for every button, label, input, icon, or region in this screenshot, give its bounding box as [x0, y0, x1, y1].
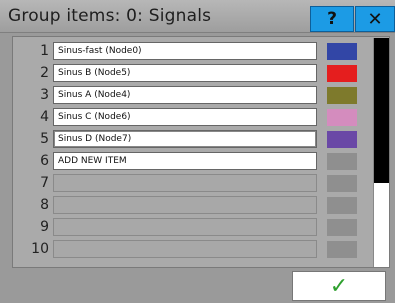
- scrollbar-thumb[interactable]: [374, 38, 389, 183]
- help-button[interactable]: ?: [310, 6, 354, 32]
- color-swatch: [327, 219, 357, 236]
- item-name-field[interactable]: [53, 196, 317, 214]
- list-row-5: 5 Sinus D (Node7): [13, 129, 389, 149]
- row-number: 2: [40, 65, 49, 81]
- item-name-field[interactable]: [53, 240, 317, 258]
- add-new-item-field[interactable]: ADD NEW ITEM: [53, 152, 317, 170]
- row-number: 4: [40, 109, 49, 125]
- title-bar: Group items: 0: Signals ? ✕: [0, 0, 395, 33]
- dialog-title: Group items: 0: Signals: [8, 6, 212, 26]
- list-row-3: 3 Sinus A (Node4): [13, 85, 389, 105]
- color-swatch[interactable]: [327, 43, 357, 60]
- row-number: 9: [40, 219, 49, 235]
- item-name-field[interactable]: Sinus D (Node7): [53, 130, 317, 148]
- item-name-field[interactable]: Sinus B (Node5): [53, 64, 317, 82]
- list-row-6: 6 ADD NEW ITEM: [13, 151, 389, 171]
- scrollbar[interactable]: [373, 38, 389, 267]
- row-number: 8: [40, 197, 49, 213]
- color-swatch[interactable]: [327, 65, 357, 82]
- row-number: 1: [40, 43, 49, 59]
- color-swatch[interactable]: [327, 131, 357, 148]
- item-name-field[interactable]: [53, 218, 317, 236]
- row-number: 10: [31, 241, 49, 257]
- color-swatch: [327, 241, 357, 258]
- row-number: 6: [40, 153, 49, 169]
- list-row-9: 9: [13, 217, 389, 237]
- confirm-button[interactable]: ✓: [292, 271, 386, 301]
- row-number: 7: [40, 175, 49, 191]
- color-swatch: [327, 153, 357, 170]
- row-number: 5: [40, 131, 49, 147]
- list-row-4: 4 Sinus C (Node6): [13, 107, 389, 127]
- row-number: 3: [40, 87, 49, 103]
- item-name-field[interactable]: Sinus C (Node6): [53, 108, 317, 126]
- color-swatch[interactable]: [327, 109, 357, 126]
- color-swatch: [327, 197, 357, 214]
- item-name-field[interactable]: Sinus-fast (Node0): [53, 42, 317, 60]
- item-name-field[interactable]: [53, 174, 317, 192]
- color-swatch[interactable]: [327, 87, 357, 104]
- list-row-1: 1 Sinus-fast (Node0): [13, 41, 389, 61]
- list-row-2: 2 Sinus B (Node5): [13, 63, 389, 83]
- item-name-field[interactable]: Sinus A (Node4): [53, 86, 317, 104]
- color-swatch: [327, 175, 357, 192]
- list-row-7: 7: [13, 173, 389, 193]
- list-row-8: 8: [13, 195, 389, 215]
- close-button[interactable]: ✕: [355, 6, 395, 32]
- group-items-list: 1 Sinus-fast (Node0) 2 Sinus B (Node5) 3…: [12, 36, 390, 268]
- list-row-10: 10: [13, 239, 389, 259]
